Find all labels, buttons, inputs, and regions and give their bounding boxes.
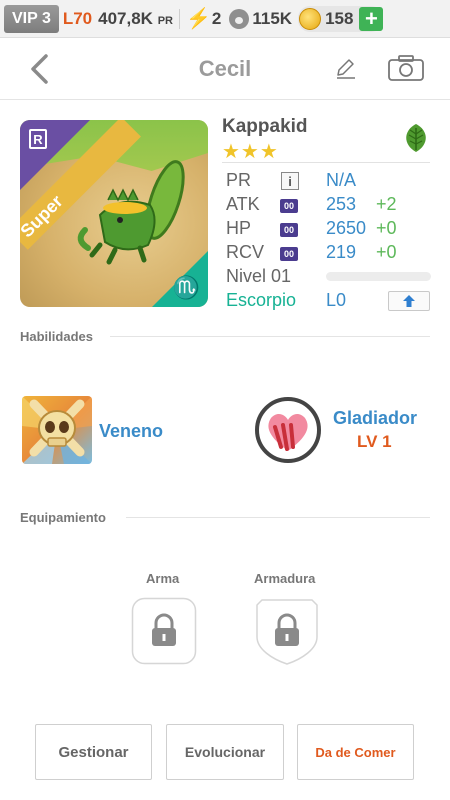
evolve-button[interactable]: Evolucionar xyxy=(166,724,284,780)
stat-value: 219 xyxy=(326,242,357,262)
weapon-slot[interactable] xyxy=(131,597,197,665)
lightning-icon: ⚡ xyxy=(185,8,211,30)
player-level: L70 xyxy=(62,8,93,28)
scorpio-icon: ♏ xyxy=(172,275,200,300)
tier-label: Super xyxy=(20,191,67,242)
coin-value: 158 xyxy=(325,8,354,28)
poison-skill-icon[interactable] xyxy=(22,396,92,464)
coin-counter[interactable]: 158 + xyxy=(298,5,384,32)
stat-bonus: +0 xyxy=(376,242,397,262)
camera-icon[interactable] xyxy=(387,54,425,82)
stat-row-hp: HP 00 2650 +0 xyxy=(226,218,432,242)
divider xyxy=(110,336,430,337)
level-label: Nivel 01 xyxy=(226,266,292,286)
monster-portrait[interactable]: Super R ♏ xyxy=(20,120,208,307)
skull-icon xyxy=(22,396,92,464)
level-progress-bar xyxy=(326,272,431,281)
potential-tag: 00 xyxy=(280,247,298,261)
upgrade-zodiac-button[interactable] xyxy=(388,291,430,311)
energy-value: 2 xyxy=(211,8,222,28)
stat-bonus: +2 xyxy=(376,194,397,214)
add-coins-button[interactable]: + xyxy=(359,6,384,31)
stat-label: HP xyxy=(226,218,252,238)
power-value: 407,8K xyxy=(98,8,153,28)
food-value: 115K xyxy=(252,8,293,28)
vip-badge[interactable]: VIP 3 xyxy=(4,4,59,33)
zodiac-label: Escorpio xyxy=(226,290,297,310)
leaf-icon[interactable] xyxy=(400,122,432,154)
divider xyxy=(222,162,430,163)
abilities-heading: Habilidades xyxy=(20,329,93,344)
rarity-badge: R xyxy=(29,129,47,149)
stat-value: N/A xyxy=(326,170,357,190)
potential-tag: 00 xyxy=(280,199,298,213)
stat-value: 2650 xyxy=(326,218,367,238)
page-header: Cecil xyxy=(0,38,450,100)
power-unit: PR xyxy=(157,14,173,27)
stat-label: ATK xyxy=(226,194,260,214)
coin-icon xyxy=(299,7,322,30)
weapon-label: Arma xyxy=(146,571,180,586)
monster-name: Kappakid xyxy=(222,116,308,137)
zodiac-row: Escorpio L0 xyxy=(226,290,432,314)
rarity-stars: ★★★ xyxy=(222,141,279,163)
manage-button[interactable]: Gestionar xyxy=(35,724,152,780)
arrow-up-icon xyxy=(403,295,415,307)
page-title: Cecil xyxy=(198,56,252,81)
divider xyxy=(126,517,430,518)
armor-label: Armadura xyxy=(254,571,316,586)
paw-icon xyxy=(229,8,250,29)
potential-tag: 00 xyxy=(280,223,298,237)
heart-claw-icon xyxy=(268,413,308,451)
status-bar: VIP 3 L70 407,8K PR ⚡ 2 115K 158 + xyxy=(0,0,450,38)
skill-name-gladiator: Gladiador xyxy=(333,408,418,428)
stat-row-rcv: RCV 00 219 +0 xyxy=(226,242,432,266)
stat-label: RCV xyxy=(226,242,265,262)
armor-slot[interactable] xyxy=(254,597,320,665)
gladiator-skill-icon[interactable] xyxy=(255,397,321,463)
skill-level: LV 1 xyxy=(357,432,392,451)
stat-row-atk: ATK 00 253 +2 xyxy=(226,194,432,218)
skill-name-poison: Veneno xyxy=(99,421,164,441)
equipment-heading: Equipamiento xyxy=(20,510,106,525)
stat-value: 253 xyxy=(326,194,357,214)
pencil-icon[interactable] xyxy=(334,56,358,80)
energy-counter[interactable]: ⚡ 2 xyxy=(186,6,221,31)
stats-panel: PR i N/A ATK 00 253 +2 HP 00 2650 +0 RCV… xyxy=(226,170,432,314)
stat-bonus: +0 xyxy=(376,218,397,238)
level-row: Nivel 01 xyxy=(226,266,432,290)
feed-button[interactable]: Da de Comer xyxy=(297,724,414,780)
stat-label: PR xyxy=(226,170,252,190)
power-rating: 407,8K PR xyxy=(98,8,180,29)
info-icon[interactable]: i xyxy=(281,172,299,190)
stat-row-pr: PR i N/A xyxy=(226,170,432,194)
zodiac-level: L0 xyxy=(326,290,347,310)
